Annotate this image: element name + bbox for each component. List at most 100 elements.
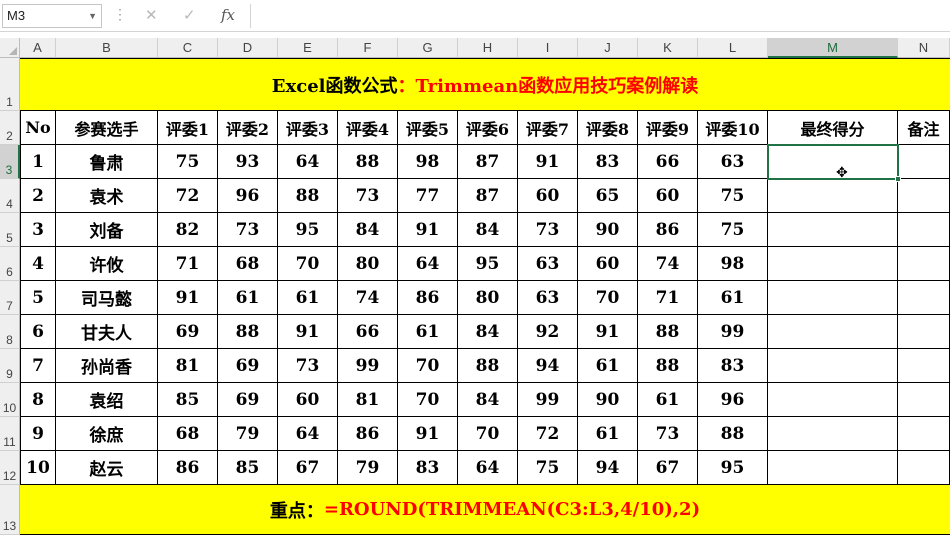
- cell-h12[interactable]: 64: [458, 451, 518, 485]
- cell-l11[interactable]: 88: [698, 417, 768, 451]
- row-header-9[interactable]: 9: [0, 349, 20, 383]
- column-header-h[interactable]: H: [458, 38, 518, 58]
- column-header-j[interactable]: J: [578, 38, 638, 58]
- cell-m5[interactable]: [768, 213, 898, 247]
- cell-a9[interactable]: 7: [20, 349, 56, 383]
- cell-l5[interactable]: 75: [698, 213, 768, 247]
- cell-b10[interactable]: 袁绍: [56, 383, 158, 417]
- cell-i6[interactable]: 63: [518, 247, 578, 281]
- cell-e9[interactable]: 73: [278, 349, 338, 383]
- row-header-10[interactable]: 10: [0, 383, 20, 417]
- cell-g4[interactable]: 77: [398, 179, 458, 213]
- cell-i12[interactable]: 75: [518, 451, 578, 485]
- cell-j11[interactable]: 61: [578, 417, 638, 451]
- select-all-button[interactable]: [0, 38, 20, 58]
- row-header-4[interactable]: 4: [0, 179, 20, 213]
- cell-c7[interactable]: 91: [158, 281, 218, 315]
- header-cell-a[interactable]: No: [20, 111, 56, 145]
- cell-a8[interactable]: 6: [20, 315, 56, 349]
- cell-c12[interactable]: 86: [158, 451, 218, 485]
- column-header-k[interactable]: K: [638, 38, 698, 58]
- cell-n8[interactable]: [898, 315, 950, 349]
- cell-k4[interactable]: 60: [638, 179, 698, 213]
- cell-h3[interactable]: 87: [458, 145, 518, 179]
- cell-m11[interactable]: [768, 417, 898, 451]
- cell-f7[interactable]: 74: [338, 281, 398, 315]
- more-options-icon[interactable]: ⋮: [113, 6, 127, 23]
- cell-d8[interactable]: 88: [218, 315, 278, 349]
- cell-i9[interactable]: 94: [518, 349, 578, 383]
- formula-input[interactable]: [250, 4, 950, 28]
- cell-g9[interactable]: 70: [398, 349, 458, 383]
- row-header-2[interactable]: 2: [0, 111, 20, 145]
- cell-g10[interactable]: 70: [398, 383, 458, 417]
- cell-j4[interactable]: 65: [578, 179, 638, 213]
- cell-e10[interactable]: 60: [278, 383, 338, 417]
- row-header-7[interactable]: 7: [0, 281, 20, 315]
- cell-b6[interactable]: 许攸: [56, 247, 158, 281]
- cell-h4[interactable]: 87: [458, 179, 518, 213]
- cell-f9[interactable]: 99: [338, 349, 398, 383]
- cell-m10[interactable]: [768, 383, 898, 417]
- cell-b5[interactable]: 刘备: [56, 213, 158, 247]
- row-header-11[interactable]: 11: [0, 417, 20, 451]
- cell-j12[interactable]: 94: [578, 451, 638, 485]
- cell-k10[interactable]: 61: [638, 383, 698, 417]
- name-box[interactable]: M3 ▼: [2, 4, 102, 28]
- column-header-l[interactable]: L: [698, 38, 768, 58]
- cell-h9[interactable]: 88: [458, 349, 518, 383]
- column-header-i[interactable]: I: [518, 38, 578, 58]
- cell-a5[interactable]: 3: [20, 213, 56, 247]
- cell-j6[interactable]: 60: [578, 247, 638, 281]
- header-cell-m[interactable]: 最终得分: [768, 111, 898, 145]
- cell-d3[interactable]: 93: [218, 145, 278, 179]
- cell-g12[interactable]: 83: [398, 451, 458, 485]
- column-header-d[interactable]: D: [218, 38, 278, 58]
- cell-e8[interactable]: 91: [278, 315, 338, 349]
- cell-c8[interactable]: 69: [158, 315, 218, 349]
- cell-f10[interactable]: 81: [338, 383, 398, 417]
- cell-j3[interactable]: 83: [578, 145, 638, 179]
- cell-d6[interactable]: 68: [218, 247, 278, 281]
- cell-n6[interactable]: [898, 247, 950, 281]
- cell-g8[interactable]: 61: [398, 315, 458, 349]
- cell-n12[interactable]: [898, 451, 950, 485]
- cell-f5[interactable]: 84: [338, 213, 398, 247]
- cell-l3[interactable]: 63: [698, 145, 768, 179]
- cell-n10[interactable]: [898, 383, 950, 417]
- cell-b4[interactable]: 袁术: [56, 179, 158, 213]
- header-cell-n[interactable]: 备注: [898, 111, 950, 145]
- column-header-a[interactable]: A: [20, 38, 56, 58]
- cell-h10[interactable]: 84: [458, 383, 518, 417]
- cell-f6[interactable]: 80: [338, 247, 398, 281]
- cell-m4[interactable]: [768, 179, 898, 213]
- footer-banner[interactable]: 重点： =ROUND(TRIMMEAN(C3:L3,4/10),2): [20, 485, 950, 535]
- cell-d5[interactable]: 73: [218, 213, 278, 247]
- header-cell-e[interactable]: 评委3: [278, 111, 338, 145]
- cell-l9[interactable]: 83: [698, 349, 768, 383]
- cell-a6[interactable]: 4: [20, 247, 56, 281]
- cell-g5[interactable]: 91: [398, 213, 458, 247]
- row-header-3[interactable]: 3: [0, 145, 20, 179]
- cell-j8[interactable]: 91: [578, 315, 638, 349]
- cell-e5[interactable]: 95: [278, 213, 338, 247]
- cell-d4[interactable]: 96: [218, 179, 278, 213]
- cell-e7[interactable]: 61: [278, 281, 338, 315]
- cell-d10[interactable]: 69: [218, 383, 278, 417]
- cell-c6[interactable]: 71: [158, 247, 218, 281]
- cell-l4[interactable]: 75: [698, 179, 768, 213]
- cell-l10[interactable]: 96: [698, 383, 768, 417]
- cell-b12[interactable]: 赵云: [56, 451, 158, 485]
- cell-j5[interactable]: 90: [578, 213, 638, 247]
- cell-i10[interactable]: 99: [518, 383, 578, 417]
- cell-n5[interactable]: [898, 213, 950, 247]
- cell-i7[interactable]: 63: [518, 281, 578, 315]
- column-header-n[interactable]: N: [898, 38, 950, 58]
- fill-handle[interactable]: [895, 176, 901, 182]
- cell-d7[interactable]: 61: [218, 281, 278, 315]
- cell-k7[interactable]: 71: [638, 281, 698, 315]
- cell-j7[interactable]: 70: [578, 281, 638, 315]
- cell-m12[interactable]: [768, 451, 898, 485]
- cell-i4[interactable]: 60: [518, 179, 578, 213]
- cell-e12[interactable]: 67: [278, 451, 338, 485]
